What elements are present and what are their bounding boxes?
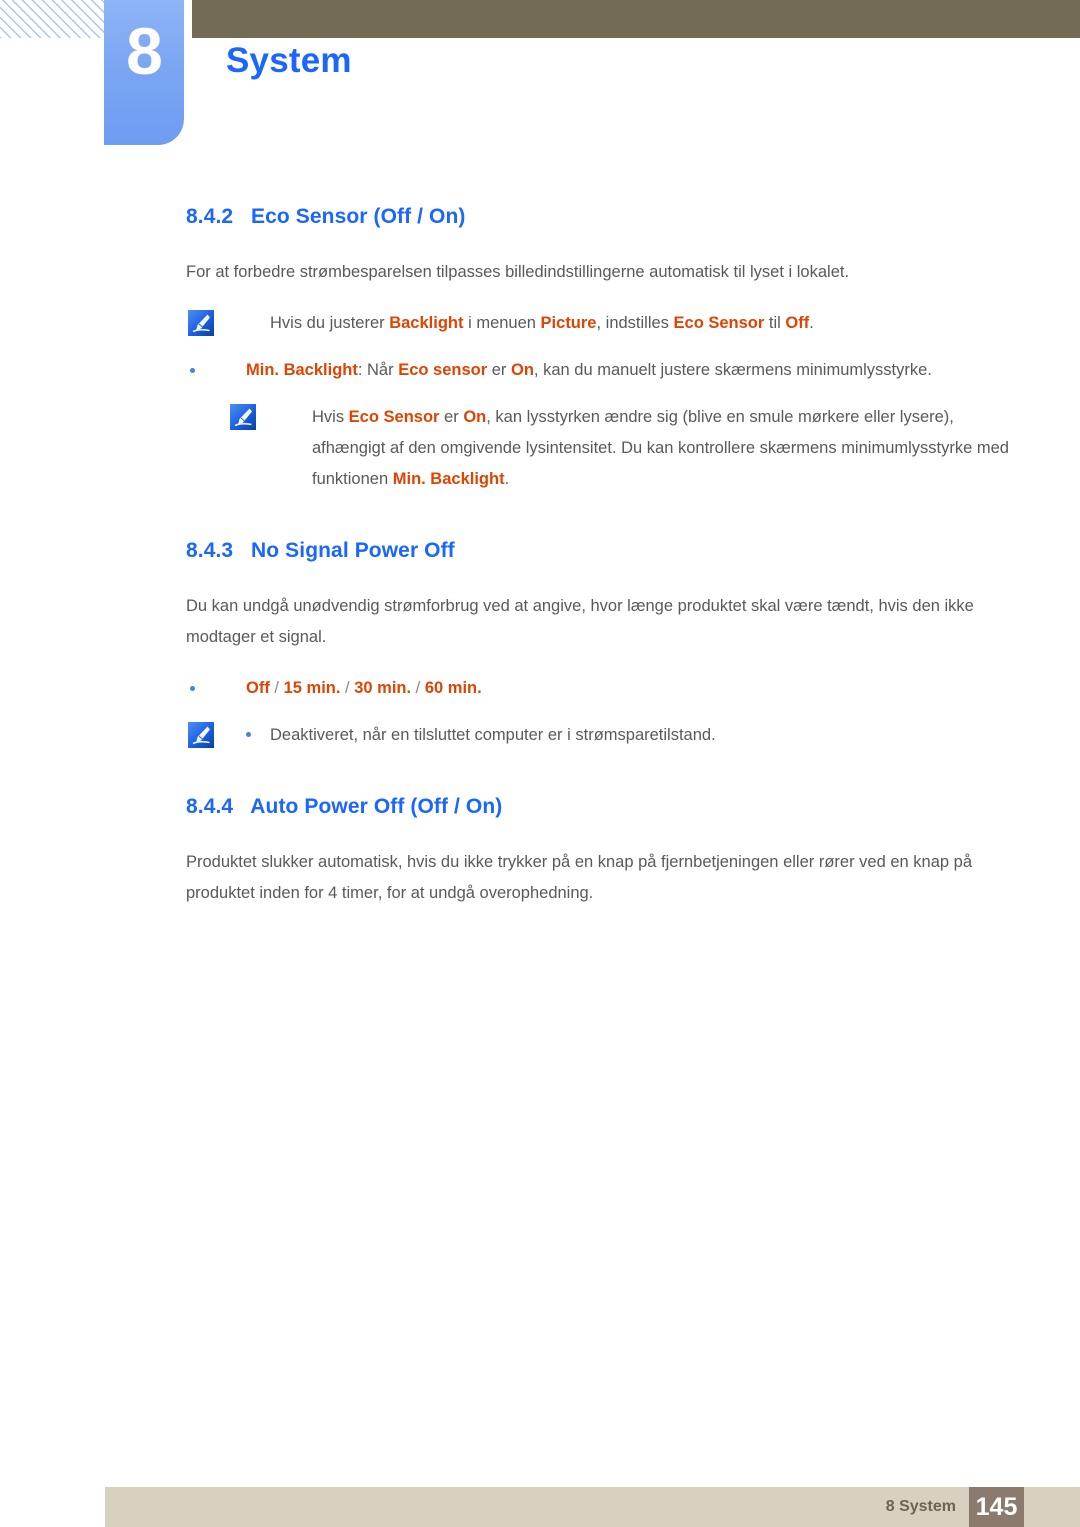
page-number-badge: 145 xyxy=(969,1487,1024,1527)
option-off: Off xyxy=(246,679,270,697)
option-30min: 30 min. xyxy=(354,679,412,697)
diagonal-hatch-decoration xyxy=(0,0,112,38)
page-footer: 8 System 145 xyxy=(105,1487,1080,1527)
note2-mid1: er xyxy=(439,408,464,426)
section-number-843: 8.4.3 xyxy=(186,539,234,562)
term-backlight: Backlight xyxy=(389,314,464,332)
bullet-dot-icon xyxy=(246,732,251,737)
section-number-844: 8.4.4 xyxy=(186,795,234,818)
note1-mid1: i menuen xyxy=(463,314,541,332)
note-row-deactivated: Deaktiveret, når en tilsluttet computer … xyxy=(186,720,1024,751)
page-content: 8.4.2 Eco Sensor (Off / On) For at forbe… xyxy=(186,205,1024,909)
bullet-min-backlight: Min. Backlight: Når Eco sensor er On, ka… xyxy=(186,355,1024,386)
note-text-backlight: Hvis du justerer Backlight i menuen Pict… xyxy=(270,314,814,332)
bullet1-end: , kan du manuelt justere skærmens minimu… xyxy=(533,361,932,379)
header-olive-bar xyxy=(192,0,1080,38)
option-60min: 60 min. xyxy=(424,679,482,697)
section-intro-844: Produktet slukker automatisk, hvis du ik… xyxy=(186,853,972,902)
note-pencil-icon xyxy=(188,722,214,748)
note2-end: . xyxy=(504,470,510,488)
bullet1-mid1: : Når xyxy=(357,361,399,379)
section-title-842: Eco Sensor (Off / On) xyxy=(251,205,466,228)
footer-chapter-label: 8 System xyxy=(885,1498,956,1515)
note-pencil-icon xyxy=(230,404,256,430)
term-min-backlight: Min. Backlight xyxy=(246,361,358,379)
option-sep-2: / xyxy=(340,679,355,697)
page-header: 8 System xyxy=(0,0,1080,160)
note-text-deactivated: Deaktiveret, når en tilsluttet computer … xyxy=(270,726,716,744)
chapter-number: 8 xyxy=(126,14,163,88)
section-heading-844: 8.4.4 Auto Power Off (Off / On) xyxy=(186,795,1024,819)
chapter-number-badge: 8 xyxy=(104,0,184,145)
section-heading-843: 8.4.3 No Signal Power Off xyxy=(186,539,1024,563)
term-eco-sensor-2: Eco sensor xyxy=(398,361,488,379)
note1-mid2: , indstilles xyxy=(596,314,674,332)
note1-mid3: til xyxy=(764,314,786,332)
chapter-title: System xyxy=(226,41,352,80)
section-number-842: 8.4.2 xyxy=(186,205,234,228)
note2-pre: Hvis xyxy=(312,408,349,426)
term-off: Off xyxy=(785,314,810,332)
bullet-text-min-backlight: Min. Backlight: Når Eco sensor er On, ka… xyxy=(246,361,932,379)
note1-pre: Hvis du justerer xyxy=(270,314,390,332)
bullet-power-off-options: Off / 15 min. / 30 min. / 60 min. xyxy=(186,673,1024,704)
bullet-text-power-off-options: Off / 15 min. / 30 min. / 60 min. xyxy=(246,679,482,697)
section-heading-842: 8.4.2 Eco Sensor (Off / On) xyxy=(186,205,1024,229)
term-on: On xyxy=(511,361,534,379)
term-eco-sensor-3: Eco Sensor xyxy=(348,408,440,426)
note-row-backlight: Hvis du justerer Backlight i menuen Pict… xyxy=(186,308,1024,339)
note-pencil-icon xyxy=(188,310,214,336)
option-15min: 15 min. xyxy=(283,679,341,697)
section-intro-843: Du kan undgå unødvendig strømforbrug ved… xyxy=(186,597,974,646)
term-picture: Picture xyxy=(540,314,597,332)
term-on-2: On xyxy=(463,408,487,426)
section-title-843: No Signal Power Off xyxy=(251,539,455,562)
section-intro-842: For at forbedre strømbesparelsen tilpass… xyxy=(186,263,850,281)
section-title-844: Auto Power Off (Off / On) xyxy=(250,795,503,818)
note-text-eco-sensor: Hvis Eco Sensor er On, kan lysstyrken æn… xyxy=(312,408,1009,488)
bullet-dot-icon xyxy=(190,686,195,691)
note-row-eco-sensor: Hvis Eco Sensor er On, kan lysstyrken æn… xyxy=(186,402,1024,495)
option-sep-1: / xyxy=(269,679,284,697)
option-sep-3: / xyxy=(411,679,425,697)
term-eco-sensor: Eco Sensor xyxy=(673,314,765,332)
note1-end: . xyxy=(809,314,814,332)
bullet-dot-icon xyxy=(190,368,195,373)
page-number: 145 xyxy=(975,1493,1018,1521)
term-min-backlight-2: Min. Backlight xyxy=(392,470,505,488)
bullet1-mid2: er xyxy=(487,361,511,379)
